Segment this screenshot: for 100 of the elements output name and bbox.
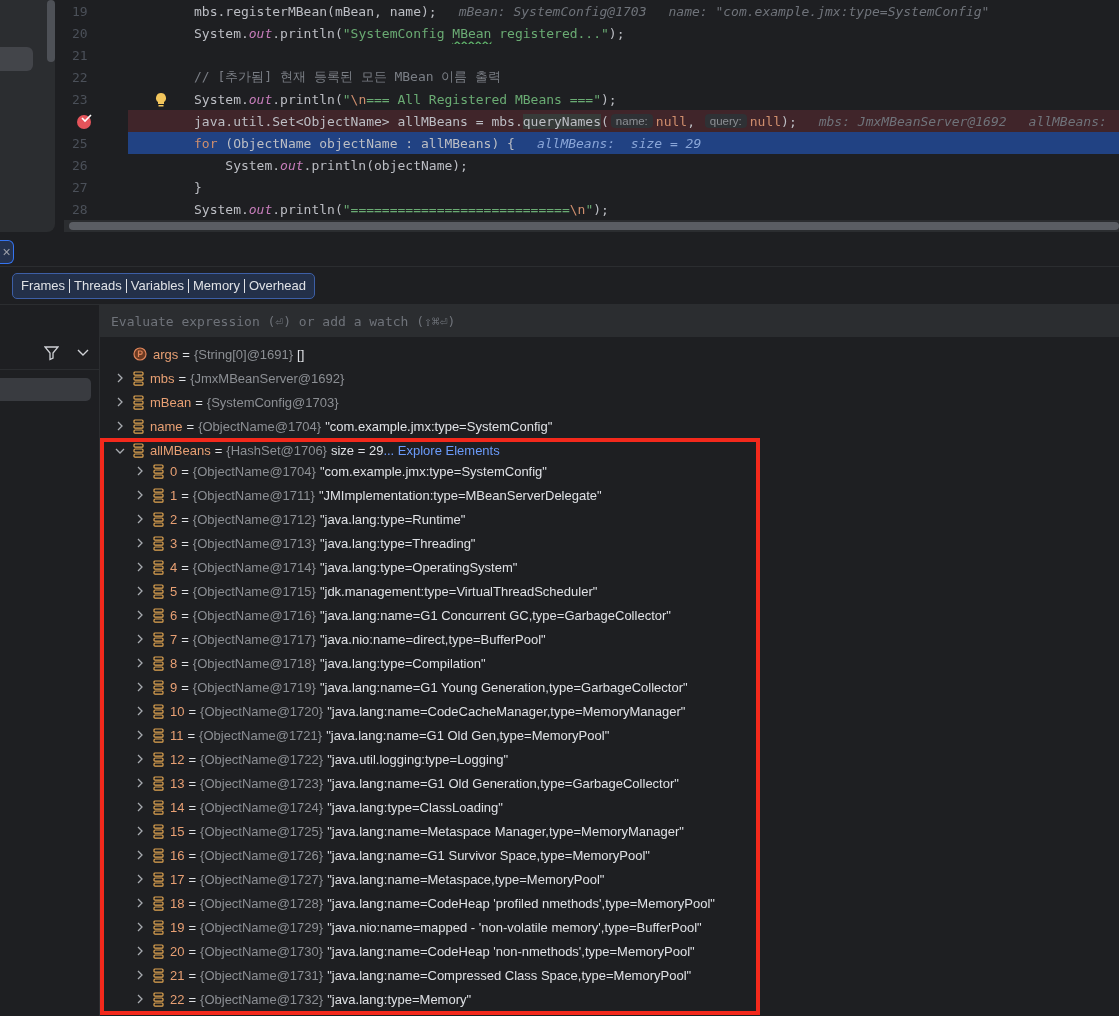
view-tab[interactable]: Memory bbox=[188, 278, 244, 293]
code-comment: // [추가됨] 현재 등록된 모든 MBean 이름 출력 bbox=[194, 68, 502, 86]
variable-value: "java.lang:name=G1 Survivor Space,type=MemoryPool" bbox=[327, 847, 650, 863]
view-tab[interactable]: Overhead bbox=[243, 278, 311, 293]
chevron-right-icon[interactable] bbox=[115, 373, 125, 383]
variable-value: "java.lang:type=Runtime" bbox=[319, 511, 466, 527]
equals-sign: = bbox=[188, 871, 197, 887]
stack-icon bbox=[133, 443, 144, 458]
stack-icon bbox=[153, 823, 164, 839]
horizontal-scrollbar[interactable] bbox=[69, 222, 1119, 230]
chevron-right-icon[interactable] bbox=[135, 538, 145, 548]
chevron-right-icon[interactable] bbox=[135, 706, 145, 716]
chevron-right-icon[interactable] bbox=[135, 922, 145, 932]
view-tab[interactable]: Threads bbox=[69, 278, 126, 293]
variable-value: "java.lang:name=CodeHeap 'non-nmethods',type=MemoryPool" bbox=[327, 943, 695, 959]
lightbulb-icon[interactable] bbox=[153, 91, 168, 107]
view-tab[interactable]: Frames bbox=[17, 278, 70, 293]
breakpoint-icon[interactable] bbox=[76, 113, 92, 129]
chevron-right-icon[interactable] bbox=[135, 682, 145, 692]
equals-sign: = bbox=[182, 346, 190, 362]
chevron-right-icon[interactable] bbox=[135, 946, 145, 956]
chevron-right-icon[interactable] bbox=[135, 802, 145, 812]
equals-sign: = bbox=[188, 703, 197, 719]
variable-value: "JMImplementation:type=MBeanServerDelegate" bbox=[318, 487, 602, 503]
code-text: MBean bbox=[452, 25, 492, 41]
chevron-right-icon[interactable] bbox=[135, 850, 145, 860]
variable-name: 3 bbox=[170, 535, 178, 551]
variable-type: {ObjectName@1731} bbox=[200, 967, 324, 983]
chevron-right-icon[interactable] bbox=[135, 586, 145, 596]
variable-value: "java.nio:name=mapped - 'non-volatile memory',type=BufferPool" bbox=[327, 919, 702, 935]
code-text: " bbox=[585, 201, 594, 217]
chevron-right-icon[interactable] bbox=[135, 490, 145, 500]
variable-type: {ObjectName@1704} bbox=[192, 463, 316, 479]
explore-link[interactable]: ... Explore Elements bbox=[383, 443, 500, 458]
selection-highlight bbox=[0, 47, 33, 71]
chevron-right-icon[interactable] bbox=[135, 610, 145, 620]
chevron-right-icon[interactable] bbox=[135, 826, 145, 836]
equals-sign: = bbox=[181, 511, 189, 527]
code-text: null bbox=[749, 113, 782, 129]
evaluate-field[interactable]: Evaluate expression (⏎) or add a watch (⇧⌘⏎) bbox=[100, 305, 1119, 337]
chevron-right-icon[interactable] bbox=[135, 634, 145, 644]
stack-icon bbox=[153, 751, 164, 767]
variable-type: {ObjectName@1727} bbox=[200, 871, 324, 887]
variable-value: "java.lang:name=CodeCacheManager,type=MemoryManager" bbox=[327, 703, 686, 719]
variable-name: 20 bbox=[170, 943, 185, 959]
filter-icon[interactable] bbox=[44, 345, 59, 361]
stack-icon bbox=[153, 607, 164, 623]
stack-icon bbox=[153, 463, 164, 479]
equals-sign: = bbox=[188, 823, 197, 839]
code-text: System. bbox=[194, 201, 249, 217]
chevron-right-icon[interactable] bbox=[115, 421, 125, 431]
chevron-right-icon[interactable] bbox=[135, 562, 145, 572]
equals-sign: = bbox=[188, 991, 197, 1007]
variable-name: 16 bbox=[170, 847, 185, 863]
equals-sign: = bbox=[181, 463, 189, 479]
parameter-icon bbox=[133, 347, 147, 361]
chevron-right-icon[interactable] bbox=[135, 874, 145, 884]
code-text: System. bbox=[194, 91, 249, 107]
view-tab[interactable]: Variables bbox=[125, 278, 188, 293]
inline-value-hint: mBean: SystemConfig@1703 bbox=[458, 3, 647, 19]
equals-sign: = bbox=[178, 370, 187, 386]
chevron-right-icon[interactable] bbox=[135, 514, 145, 524]
stack-icon bbox=[153, 535, 164, 551]
stack-icon bbox=[153, 895, 164, 911]
chevron-down-icon[interactable] bbox=[77, 349, 89, 357]
chevron-right-icon[interactable] bbox=[135, 754, 145, 764]
code-text: .println( bbox=[272, 25, 343, 41]
code-text: .println(objectName); bbox=[303, 157, 468, 173]
code-text: "SystemConfig bbox=[342, 25, 446, 41]
variable-name: 4 bbox=[170, 559, 178, 575]
code-text: .println( bbox=[272, 201, 343, 217]
close-button[interactable]: × bbox=[0, 240, 14, 264]
chevron-right-icon[interactable] bbox=[135, 898, 145, 908]
code-text: java.util.Set<ObjectName> allMBeans = mbs. bbox=[194, 113, 523, 129]
code-text: ); bbox=[601, 91, 617, 107]
variable-type: {ObjectName@1714} bbox=[192, 559, 316, 575]
code-text: (ObjectName objectName : allMBeans) { bbox=[224, 135, 515, 151]
variable-name: 5 bbox=[170, 583, 178, 599]
equals-sign: = bbox=[186, 418, 195, 434]
chevron-right-icon[interactable] bbox=[115, 397, 125, 407]
scrollbar-thumb[interactable] bbox=[47, 0, 55, 62]
inline-value-hint: mbs: JmxMBeanServer@1692 bbox=[818, 113, 1007, 129]
equals-sign: = bbox=[188, 751, 197, 767]
stack-icon bbox=[153, 967, 164, 983]
equals-sign: = bbox=[188, 847, 197, 863]
chevron-right-icon[interactable] bbox=[135, 970, 145, 980]
variable-name: 21 bbox=[170, 967, 185, 983]
parameter-hint: name: bbox=[610, 114, 653, 128]
variable-type: {ObjectName@1711} bbox=[192, 487, 315, 503]
chevron-right-icon[interactable] bbox=[135, 658, 145, 668]
chevron-right-icon[interactable] bbox=[135, 778, 145, 788]
code-text: " bbox=[342, 91, 351, 107]
chevron-right-icon[interactable] bbox=[135, 466, 145, 476]
variable-value: "jdk.management:type=VirtualThreadScheduler" bbox=[319, 583, 598, 599]
variable-value: "java.lang:name=Metaspace Manager,type=MemoryManager" bbox=[327, 823, 684, 839]
code-text: "============================ bbox=[342, 201, 570, 217]
equals-sign: = bbox=[214, 443, 223, 458]
chevron-right-icon[interactable] bbox=[135, 994, 145, 1004]
chevron-right-icon[interactable] bbox=[135, 730, 145, 740]
equals-sign: = bbox=[181, 583, 189, 599]
